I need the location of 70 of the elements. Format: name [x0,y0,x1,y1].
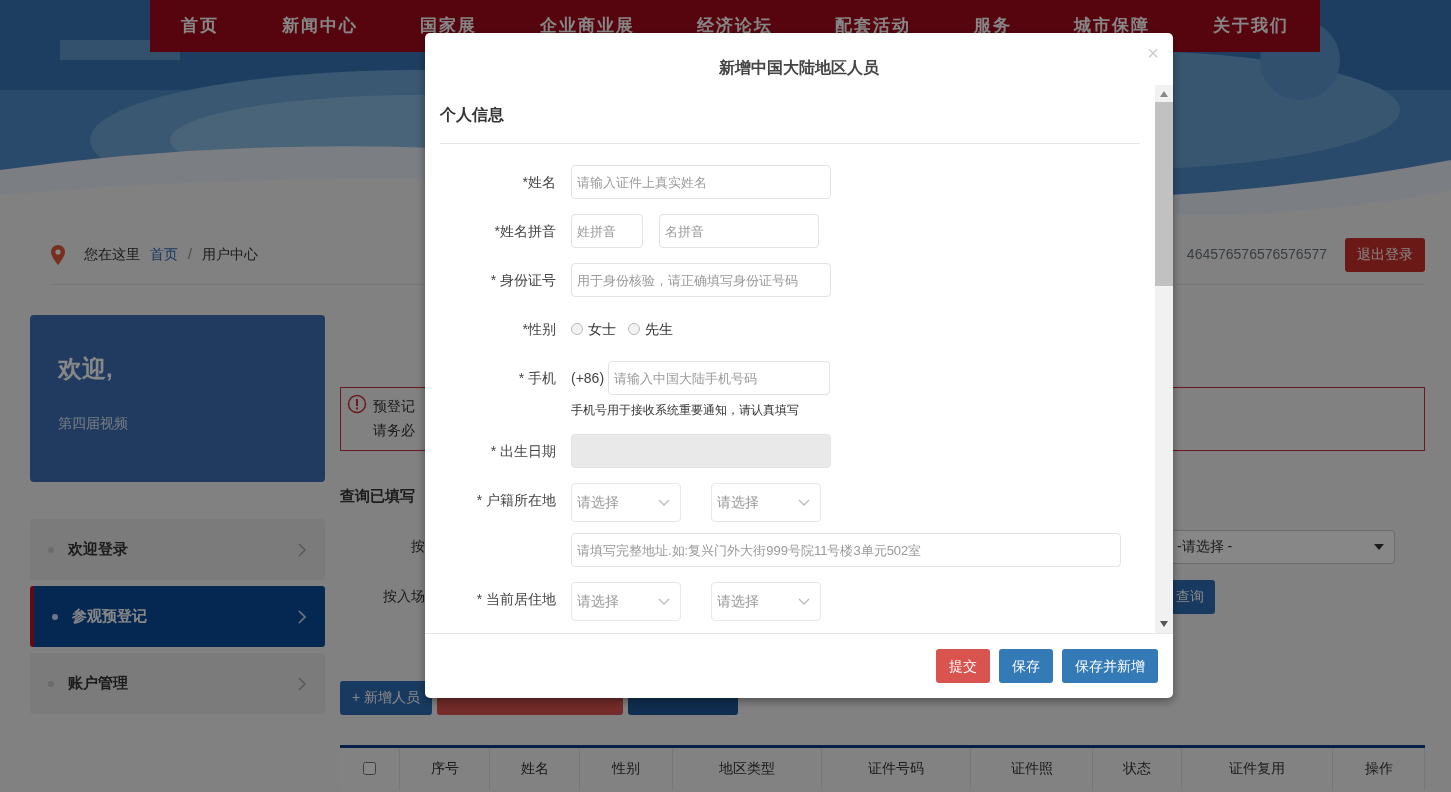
phone-prefix: (+86) [571,369,605,388]
column-header: 姓名 [520,759,549,778]
select-field[interactable]: 请选择 [711,483,821,522]
modal-button[interactable]: 保存并新增 [1062,649,1158,683]
field-label: * 当前居住地 [475,590,556,609]
nav-link[interactable]: 关于我们 [1212,13,1289,39]
sidebar-item[interactable]: 参观预登记 [30,586,325,647]
field-label: * 户籍所在地 [475,491,556,510]
help-text: 手机号用于接收系统重要通知，请认真填写 [571,402,800,419]
field-label: *性别 [521,320,556,339]
select-field[interactable]: 请选择 [571,582,681,621]
welcome-subtitle: 第四届视频 [58,414,129,433]
column-header: 状态 [1123,759,1151,778]
select-field[interactable]: 请选择 [711,582,821,621]
modal-button[interactable]: 提交 [936,649,990,683]
input-field[interactable]: 请输入中国大陆手机号码 [608,361,831,395]
filter-label: 按 [410,537,425,556]
chevron-down-icon [658,499,670,506]
notice-text: 请务必 [373,421,415,440]
input-field[interactable]: 用于身份核验，请正确填写身份证号码 [571,263,831,297]
field-label: * 出生日期 [489,442,556,461]
chevron-right-icon [297,608,307,625]
radio-option[interactable]: 女士 [571,318,616,340]
caret-down-icon [1374,543,1384,550]
column-header: 性别 [612,759,640,778]
column-header: 地区类型 [719,759,775,778]
chevron-down-icon [798,598,810,605]
location-pin-icon [50,243,66,266]
chevron-right-icon [297,541,307,558]
field-label: * 手机 [517,369,556,388]
input-field[interactable]: 姓拼音 [571,214,643,248]
column-header: 证件复用 [1229,759,1285,778]
chevron-down-icon [658,598,670,605]
chevron-down-icon [798,499,810,506]
checkbox[interactable] [363,762,376,775]
breadcrumb-current: 用户中心 [201,245,258,264]
scrollbar-thumb[interactable] [1155,102,1173,286]
section-heading: 个人信息 [440,103,1140,144]
scroll-down-icon[interactable] [1160,621,1168,627]
input-field[interactable]: 名拼音 [659,214,819,248]
input-field[interactable]: 请输入证件上真实姓名 [571,165,831,199]
sidebar-item[interactable]: 欢迎登录 [30,519,325,580]
chevron-right-icon [297,675,307,692]
welcome-title: 欢迎, [58,354,114,384]
modal-title: 新增中国大陆地区人员 [719,58,879,78]
field-label: *姓名拼音 [493,222,556,241]
filter-label: 按入场 [382,587,425,606]
address-field[interactable]: 请填写完整地址.如:复兴门外大街999号院11号楼3单元502室 [571,533,1121,567]
user-id: 464576576576576577 [1186,245,1327,264]
scrollbar[interactable] [1155,85,1173,633]
action-button[interactable]: + 新增人员 [340,680,433,715]
column-header: 证件号码 [868,759,924,778]
select-field[interactable]: 请选择 [571,483,681,522]
breadcrumb-link[interactable]: 首页 [150,244,178,265]
radio-option[interactable]: 先生 [628,318,673,340]
modal-button[interactable]: 保存 [999,649,1053,683]
field-label: *姓名 [521,173,556,192]
nav-link[interactable]: 首页 [181,13,220,39]
sidebar-item[interactable]: 账户管理 [30,653,325,714]
notice-text: 预登记 [373,397,415,416]
warning-icon [347,394,367,414]
column-header: 证件照 [1010,759,1053,778]
column-header: 序号 [430,759,459,778]
breadcrumb-label: 您在这里 [84,245,140,264]
column-header: 操作 [1364,759,1393,778]
nav-link[interactable]: 新闻中心 [281,13,358,39]
logout-button[interactable]: 退出登录 [1345,237,1425,272]
field-label: * 身份证号 [489,271,556,290]
breadcrumb-separator: / [188,245,192,264]
section-title: 查询已填写 [340,486,415,506]
